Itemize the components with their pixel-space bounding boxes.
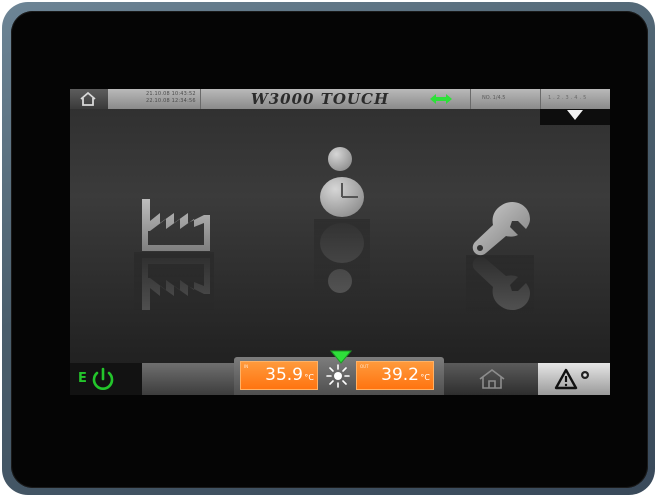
user-menu-button[interactable] <box>314 145 370 223</box>
topbar-divider <box>200 89 201 109</box>
alarm-button[interactable] <box>538 363 610 395</box>
home-icon <box>479 369 505 389</box>
home-icon <box>80 91 96 106</box>
date-line-2: 22.10.08 12:34:56 <box>146 98 196 104</box>
topbar-divider <box>540 89 541 109</box>
date-line-1: 21.10.08 10:43:52 <box>146 91 196 97</box>
sync-icon <box>430 94 452 104</box>
outlet-temperature[interactable]: OUT 39.2 °C <box>356 361 434 390</box>
service-menu-button[interactable] <box>466 199 534 261</box>
datetime-display: 21.10.08 10:43:52 22.10.08 12:34:56 <box>146 91 196 105</box>
inlet-value: 35.9 <box>265 365 303 385</box>
device-title: W3000 TOUCH <box>250 90 390 108</box>
home-button[interactable] <box>444 363 538 395</box>
inlet-tag: IN <box>244 364 249 369</box>
user-reflection <box>314 219 370 295</box>
outlet-unit: °C <box>420 373 430 382</box>
circuit-status: 1.2.3.4.5 <box>548 95 589 101</box>
bottom-spacer <box>142 363 234 395</box>
topbar-divider <box>470 89 471 109</box>
reflection-fade <box>466 255 534 313</box>
touch-screen: 21.10.08 10:43:52 22.10.08 12:34:56 W300… <box>70 89 610 395</box>
outlet-value: 39.2 <box>381 365 419 385</box>
dropdown-tab[interactable] <box>540 109 610 125</box>
wrench-reflection <box>466 255 534 313</box>
top-bar: 21.10.08 10:43:52 22.10.08 12:34:56 W300… <box>70 89 610 109</box>
reflection-fade <box>134 252 214 312</box>
inlet-temperature[interactable]: IN 35.9 °C <box>240 361 318 390</box>
power-mode-label: E <box>78 371 87 386</box>
reflection-fade <box>314 219 370 295</box>
sun-icon <box>326 364 350 388</box>
setpoint-arrow-icon[interactable] <box>330 350 352 364</box>
power-icon <box>92 367 114 390</box>
factory-reflection <box>134 252 214 312</box>
chevron-down-icon <box>567 110 583 120</box>
inlet-unit: °C <box>304 373 314 382</box>
wrench-icon <box>472 201 530 256</box>
warning-icon <box>554 368 589 390</box>
outlet-tag: OUT <box>360 364 369 369</box>
unit-status: NO. 1/4.5 <box>482 95 506 101</box>
home-top-button[interactable] <box>70 89 108 109</box>
user-icon <box>320 147 364 217</box>
power-button[interactable]: E <box>70 363 142 395</box>
